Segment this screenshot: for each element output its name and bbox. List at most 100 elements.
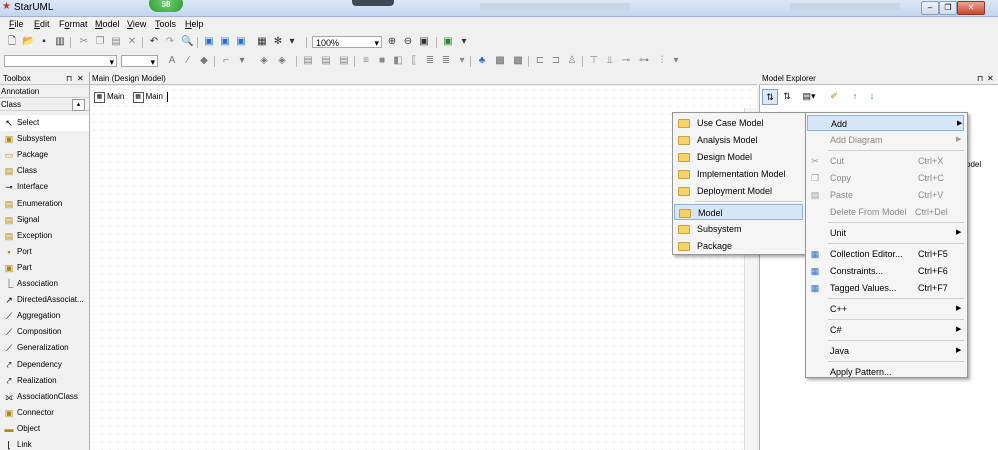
- sort-by-kind-icon[interactable]: ⇅: [762, 89, 778, 105]
- show-stereotype-icon[interactable]: ▤: [338, 55, 350, 67]
- minimize-button[interactable]: ‒: [921, 1, 939, 15]
- send-back-icon[interactable]: ◧: [392, 55, 404, 67]
- menu-file[interactable]: File: [9, 19, 24, 29]
- tool-realization[interactable]: ⤤ Realization: [0, 373, 89, 389]
- font-size-select[interactable]: ▾: [121, 55, 158, 67]
- align-middle-icon[interactable]: ⫫: [604, 55, 616, 67]
- layout-icon[interactable]: ♣: [476, 55, 488, 67]
- line-style-icon[interactable]: ⌐: [220, 55, 232, 67]
- sort-by-name-icon[interactable]: ⇅: [780, 89, 794, 103]
- tree-item-partial[interactable]: odel: [966, 160, 981, 169]
- paste-icon[interactable]: ▤: [110, 36, 122, 48]
- tool-interface[interactable]: ⊸ Interface: [0, 179, 89, 195]
- line-color-icon[interactable]: ⁄: [182, 55, 194, 67]
- tool-part[interactable]: ▣ Part: [0, 260, 89, 276]
- auto-resize-icon[interactable]: ◈: [258, 55, 270, 67]
- dropdown-arrow-icon[interactable]: ▾: [458, 36, 470, 48]
- align-left-icon[interactable]: ⊏: [534, 55, 546, 67]
- add-item-package[interactable]: Package: [674, 238, 803, 254]
- menu-item-cut[interactable]: ✂ Cut Ctrl+X: [807, 153, 964, 169]
- document-icon[interactable]: ▦: [256, 36, 268, 48]
- move-up-icon[interactable]: ↑: [849, 89, 861, 103]
- tool-link[interactable]: ⌊ Link: [0, 437, 89, 450]
- menu-item-unit[interactable]: Unit ▶: [807, 225, 964, 241]
- align-bottom-icon[interactable]: ⊸: [620, 55, 632, 67]
- show-operations-icon[interactable]: ▤: [320, 55, 332, 67]
- cut-icon[interactable]: ✂: [78, 36, 90, 48]
- menu-view[interactable]: View: [127, 19, 146, 29]
- align-top-icon[interactable]: ⊤: [588, 55, 600, 67]
- word-wrap-icon[interactable]: ≡: [360, 55, 372, 67]
- notification-badge[interactable]: 58: [149, 0, 183, 12]
- add-item-use-case-model[interactable]: Use Case Model: [674, 115, 803, 131]
- suppress-icon[interactable]: ◈: [276, 55, 288, 67]
- close-icon[interactable]: ✕: [77, 72, 84, 85]
- menu-item-c++[interactable]: C++ ▶: [807, 301, 964, 317]
- move-down-icon[interactable]: ↓: [866, 89, 878, 103]
- tool-port[interactable]: ▪ Port: [0, 244, 89, 260]
- space-horizontal-icon[interactable]: ⊶: [638, 55, 650, 67]
- toolbox-group-class[interactable]: Class ▴: [0, 98, 89, 111]
- maximize-button[interactable]: ❐: [939, 1, 957, 15]
- align-right-icon[interactable]: ♙: [566, 55, 578, 67]
- menu-item-apply-pattern[interactable]: Apply Pattern...: [807, 364, 964, 380]
- menu-item-collection-editor[interactable]: ▦ Collection Editor... Ctrl+F5: [807, 246, 964, 262]
- zoom-in-icon[interactable]: ⊕: [386, 36, 398, 48]
- menu-item-add[interactable]: Add ▶: [807, 115, 964, 131]
- menu-item-paste[interactable]: ▤ Paste Ctrl+V: [807, 187, 964, 203]
- tool-exception[interactable]: ▤ Exception: [0, 228, 89, 244]
- dropdown-arrow-icon[interactable]: ▾: [286, 36, 298, 48]
- dropdown-arrow-icon[interactable]: ▾: [670, 55, 682, 67]
- tool-class[interactable]: ▤ Class: [0, 163, 89, 179]
- menu-model[interactable]: Model: [95, 19, 120, 29]
- tool-aggregation[interactable]: ⟋ Aggregation: [0, 308, 89, 324]
- line-style-dropdown-icon[interactable]: ▾: [236, 55, 248, 67]
- distribute-2-icon[interactable]: ≣: [440, 55, 452, 67]
- tool-select[interactable]: ↖ Select: [0, 115, 89, 131]
- tool-generalization[interactable]: ⟋ Generalization: [0, 340, 89, 356]
- collapse-icon[interactable]: ▴: [72, 99, 85, 111]
- add-item-analysis-model[interactable]: Analysis Model: [674, 132, 803, 148]
- diagram-view-icon[interactable]: ▣: [219, 36, 231, 48]
- tool-object[interactable]: ▬ Object: [0, 421, 89, 437]
- tab-main-active[interactable]: ▦ Main: [132, 89, 169, 105]
- menu-item-tagged-values[interactable]: ▦ Tagged Values... Ctrl+F7: [807, 280, 964, 296]
- tool-signal[interactable]: ▤ Signal: [0, 212, 89, 228]
- add-item-deployment-model[interactable]: Deployment Model: [674, 183, 803, 199]
- menu-item-copy[interactable]: ❐ Copy Ctrl+C: [807, 170, 964, 186]
- new-file-icon[interactable]: 🗋: [6, 36, 18, 48]
- model-view-icon[interactable]: ▣: [203, 36, 215, 48]
- distribute-icon[interactable]: ≣: [424, 55, 436, 67]
- tool-composition[interactable]: ⟋ Composition: [0, 324, 89, 340]
- tool-directedassociat[interactable]: ↗ DirectedAssociat...: [0, 292, 89, 308]
- save-icon[interactable]: ▪: [38, 36, 50, 48]
- font-color-icon[interactable]: A: [166, 55, 178, 67]
- zoom-out-icon[interactable]: ⊖: [402, 36, 414, 48]
- pin-icon[interactable]: ⊓: [977, 72, 983, 85]
- bring-front-icon[interactable]: ■: [376, 55, 388, 67]
- menu-item-constraints[interactable]: ▦ Constraints... Ctrl+F6: [807, 263, 964, 279]
- menu-edit[interactable]: Edit: [34, 19, 50, 29]
- delete-icon[interactable]: ✕: [126, 36, 138, 48]
- menu-format[interactable]: Format: [59, 19, 88, 29]
- close-icon[interactable]: ✕: [987, 72, 994, 85]
- menu-item-java[interactable]: Java ▶: [807, 343, 964, 359]
- tool-enumeration[interactable]: ▤ Enumeration: [0, 196, 89, 212]
- align-icon[interactable]: ⟦: [408, 55, 420, 67]
- tool-subsystem[interactable]: ▣ Subsystem: [0, 131, 89, 147]
- tool-associationclass[interactable]: ⟗ AssociationClass: [0, 389, 89, 405]
- fill-color-icon[interactable]: ◆: [198, 55, 210, 67]
- diagram-canvas[interactable]: [90, 86, 757, 450]
- space-vertical-icon[interactable]: ⫶: [656, 55, 668, 67]
- menu-item-delete-from-model[interactable]: Delete From Model Ctrl+Del: [807, 204, 964, 220]
- tab-main[interactable]: ▦ Main: [94, 89, 124, 105]
- add-item-subsystem[interactable]: Subsystem: [674, 221, 803, 237]
- font-name-select[interactable]: ▾: [4, 55, 117, 67]
- print-icon[interactable]: ▥: [54, 36, 66, 48]
- align-center-icon[interactable]: ⊐: [550, 55, 562, 67]
- tool-dependency[interactable]: ⤤ Dependency: [0, 357, 89, 373]
- fit-page-icon[interactable]: ▣: [418, 36, 430, 48]
- ungroup-icon[interactable]: ▩: [512, 55, 524, 67]
- add-item-model[interactable]: Model: [674, 204, 803, 220]
- menu-tools[interactable]: Tools: [155, 19, 176, 29]
